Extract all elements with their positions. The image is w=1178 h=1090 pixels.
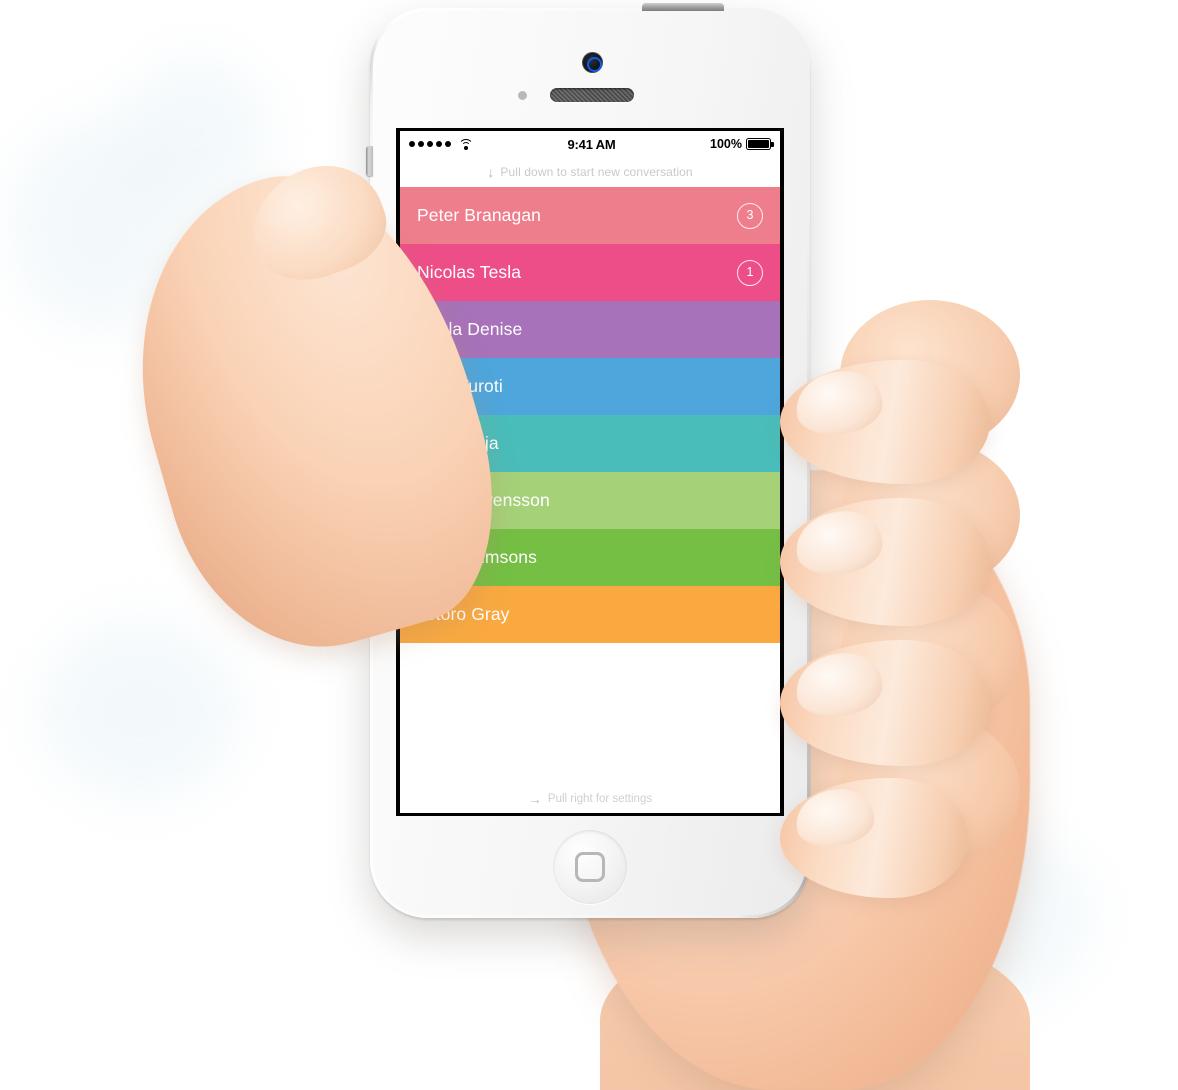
- signal-dot-icon: [445, 141, 451, 147]
- unread-badge: 3: [737, 202, 763, 229]
- conversation-name: Nicolas Tesla: [417, 262, 522, 282]
- signal-dot-icon: [436, 141, 442, 147]
- conversation-row[interactable]: Peter Branagan 3: [400, 187, 780, 244]
- battery-percent-label: 100%: [710, 137, 742, 151]
- background-blob: [40, 620, 240, 800]
- proximity-sensor-icon: [518, 91, 527, 100]
- status-bar-right: 100%: [710, 137, 774, 151]
- battery-full-icon: [746, 138, 774, 150]
- signal-dot-icon: [427, 141, 433, 147]
- screenshot-root: 9:41 AM 100% ↓ Pull down to start new co…: [0, 0, 1178, 1090]
- silent-switch[interactable]: [366, 146, 373, 176]
- conversation-name: Totoro Gray: [417, 604, 510, 624]
- home-square-glyph: [575, 852, 605, 882]
- front-camera-icon: [582, 52, 603, 73]
- conversation-row[interactable]: Nicolas Tesla 1: [400, 244, 780, 301]
- status-bar: 9:41 AM 100%: [400, 131, 780, 157]
- signal-dot-icon: [409, 141, 415, 147]
- pull-down-hint[interactable]: ↓ Pull down to start new conversation: [400, 157, 780, 187]
- unread-badge: 1: [737, 259, 763, 286]
- conversation-name: Paula Denise: [417, 319, 523, 339]
- pull-right-hint[interactable]: → Pull right for settings: [400, 785, 780, 813]
- arrow-down-icon: ↓: [487, 164, 495, 180]
- arrow-right-icon: →: [527, 791, 542, 807]
- pull-right-hint-label: Pull right for settings: [547, 793, 653, 805]
- wifi-icon: [458, 138, 473, 150]
- earpiece-speaker-icon: [550, 88, 634, 102]
- pull-down-hint-label: Pull down to start new conversation: [500, 165, 693, 179]
- conversation-name: Peter Branagan: [417, 205, 541, 225]
- empty-list-area: [400, 643, 780, 785]
- status-bar-left: [409, 138, 473, 150]
- home-button-icon[interactable]: [553, 830, 627, 904]
- power-button[interactable]: [642, 3, 724, 11]
- status-bar-time: 9:41 AM: [567, 136, 616, 152]
- signal-dot-icon: [418, 141, 424, 147]
